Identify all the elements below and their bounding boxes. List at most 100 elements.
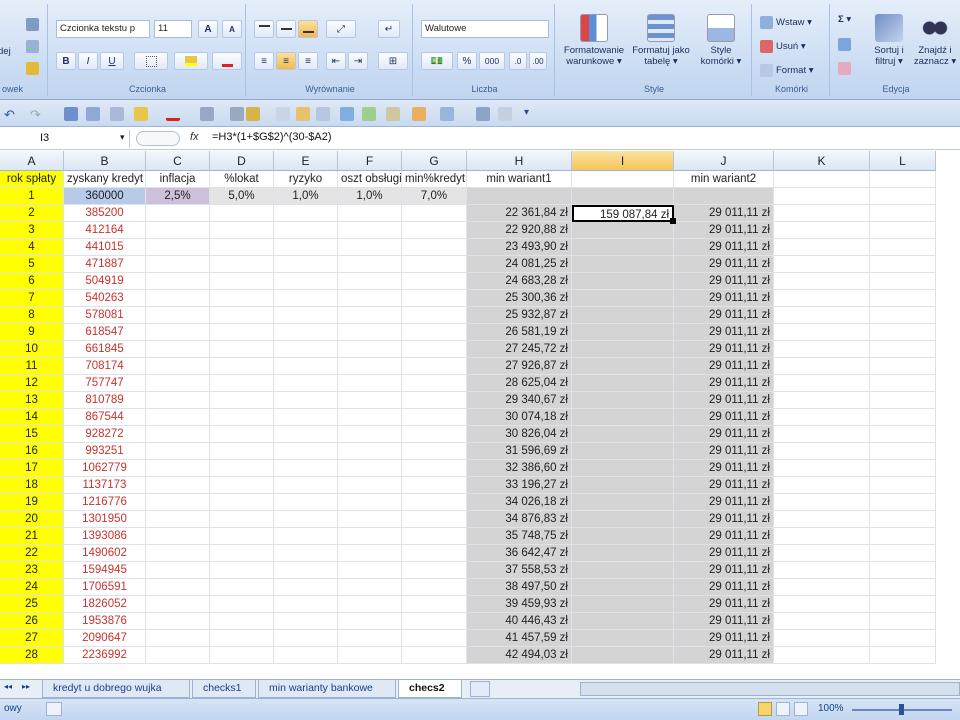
row-number-cell[interactable]: 25	[0, 596, 64, 613]
empty-cell[interactable]	[146, 324, 210, 341]
empty-cell[interactable]	[572, 460, 674, 477]
variant2-cell[interactable]: 29 011,11 zł	[674, 409, 774, 426]
empty-cell[interactable]	[572, 256, 674, 273]
empty-cell[interactable]	[774, 528, 870, 545]
delete-button[interactable]: Usuń ▾	[760, 40, 806, 53]
empty-cell[interactable]	[572, 426, 674, 443]
empty-cell[interactable]	[774, 613, 870, 630]
empty-cell[interactable]	[146, 256, 210, 273]
variant1-cell[interactable]: 39 459,93 zł	[467, 596, 572, 613]
empty-cell[interactable]	[572, 358, 674, 375]
format-painter-icon[interactable]	[26, 62, 39, 75]
column-header-k[interactable]: K	[774, 151, 870, 171]
variant1-cell[interactable]: 25 932,87 zł	[467, 307, 572, 324]
empty-cell[interactable]	[774, 324, 870, 341]
empty-cell[interactable]	[146, 290, 210, 307]
loan-cell[interactable]: 1062779	[64, 460, 146, 477]
empty-cell[interactable]	[870, 222, 936, 239]
empty-cell[interactable]	[774, 273, 870, 290]
variant1-cell[interactable]: 31 596,69 zł	[467, 443, 572, 460]
empty-cell[interactable]	[870, 613, 936, 630]
empty-cell[interactable]	[402, 409, 467, 426]
shrink-font-button[interactable]: A	[222, 20, 242, 38]
empty-cell[interactable]	[572, 579, 674, 596]
loan-cell[interactable]: 504919	[64, 273, 146, 290]
variant1-cell[interactable]: 37 558,53 zł	[467, 562, 572, 579]
param-cell-b[interactable]: 360000	[64, 188, 146, 205]
empty-cell[interactable]	[146, 579, 210, 596]
empty-cell[interactable]	[338, 324, 402, 341]
empty-cell[interactable]	[146, 341, 210, 358]
dialog-icon[interactable]	[230, 107, 244, 121]
empty-cell[interactable]	[402, 273, 467, 290]
empty-cell[interactable]	[210, 494, 274, 511]
empty-cell[interactable]	[572, 341, 674, 358]
empty-cell[interactable]	[274, 290, 338, 307]
loan-cell[interactable]: 540263	[64, 290, 146, 307]
empty-cell[interactable]	[870, 307, 936, 324]
decrease-decimal-button[interactable]: .00	[529, 52, 547, 70]
empty-cell[interactable]	[338, 290, 402, 307]
empty-cell[interactable]	[274, 443, 338, 460]
row-number-cell[interactable]: 2	[0, 205, 64, 222]
loan-cell[interactable]: 412164	[64, 222, 146, 239]
empty-cell[interactable]	[572, 290, 674, 307]
loan-cell[interactable]: 661845	[64, 341, 146, 358]
row-number-cell[interactable]: 14	[0, 409, 64, 426]
empty-cell[interactable]	[146, 562, 210, 579]
column-header-d[interactable]: D	[210, 151, 274, 171]
font-size-combo[interactable]: 11	[154, 20, 192, 38]
empty-cell[interactable]	[210, 477, 274, 494]
column-header-b[interactable]: B	[64, 151, 146, 171]
row-number-cell[interactable]: 5	[0, 256, 64, 273]
sort-filter-button[interactable]: Sortuj i filtruj ▾	[866, 14, 912, 67]
variant1-cell[interactable]: 33 196,27 zł	[467, 477, 572, 494]
empty-cell[interactable]	[338, 647, 402, 664]
empty-cell[interactable]	[402, 511, 467, 528]
autosum-button[interactable]: Σ ▾	[838, 14, 851, 25]
empty-cell[interactable]	[210, 392, 274, 409]
empty-cell[interactable]	[774, 460, 870, 477]
empty-cell[interactable]	[146, 511, 210, 528]
empty-cell[interactable]	[572, 596, 674, 613]
variant1-cell[interactable]: 30 826,04 zł	[467, 426, 572, 443]
empty-cell[interactable]	[402, 579, 467, 596]
empty-cell[interactable]	[210, 324, 274, 341]
empty-cell[interactable]	[870, 273, 936, 290]
merge-center-button[interactable]: ⊞	[378, 52, 408, 70]
empty-cell[interactable]	[210, 596, 274, 613]
loan-cell[interactable]: 2236992	[64, 647, 146, 664]
param-cell-i[interactable]	[572, 188, 674, 205]
empty-cell[interactable]	[274, 409, 338, 426]
param-cell-e[interactable]: 1,0%	[274, 188, 338, 205]
row-number-cell[interactable]: 22	[0, 545, 64, 562]
empty-cell[interactable]	[274, 392, 338, 409]
variant1-cell[interactable]: 35 748,75 zł	[467, 528, 572, 545]
empty-cell[interactable]	[402, 426, 467, 443]
find-select-button[interactable]: Znajdź i zaznacz ▾	[912, 14, 958, 67]
empty-cell[interactable]	[210, 375, 274, 392]
empty-cell[interactable]	[870, 579, 936, 596]
empty-cell[interactable]	[774, 307, 870, 324]
column-header-j[interactable]: J	[674, 151, 774, 171]
folder-icon[interactable]	[412, 107, 426, 121]
row-number-cell[interactable]: 18	[0, 477, 64, 494]
empty-cell[interactable]	[870, 596, 936, 613]
column-header-f[interactable]: F	[338, 151, 402, 171]
variant2-cell[interactable]: 29 011,11 zł	[674, 511, 774, 528]
page-break-view-icon[interactable]	[794, 702, 808, 716]
loan-cell[interactable]: 1216776	[64, 494, 146, 511]
loan-cell[interactable]: 1826052	[64, 596, 146, 613]
insert-sheet-icon[interactable]	[470, 681, 490, 697]
empty-cell[interactable]	[870, 545, 936, 562]
empty-cell[interactable]	[870, 511, 936, 528]
empty-cell[interactable]	[274, 341, 338, 358]
variant2-cell[interactable]: 29 011,11 zł	[674, 545, 774, 562]
empty-cell[interactable]	[572, 324, 674, 341]
sheet-tab-0[interactable]: kredyt u dobrego wujka	[42, 680, 190, 698]
empty-cell[interactable]	[870, 341, 936, 358]
row-number-cell[interactable]: 19	[0, 494, 64, 511]
row-number-cell[interactable]: 13	[0, 392, 64, 409]
empty-cell[interactable]	[402, 375, 467, 392]
header-cell-d[interactable]: %lokat	[210, 171, 274, 188]
